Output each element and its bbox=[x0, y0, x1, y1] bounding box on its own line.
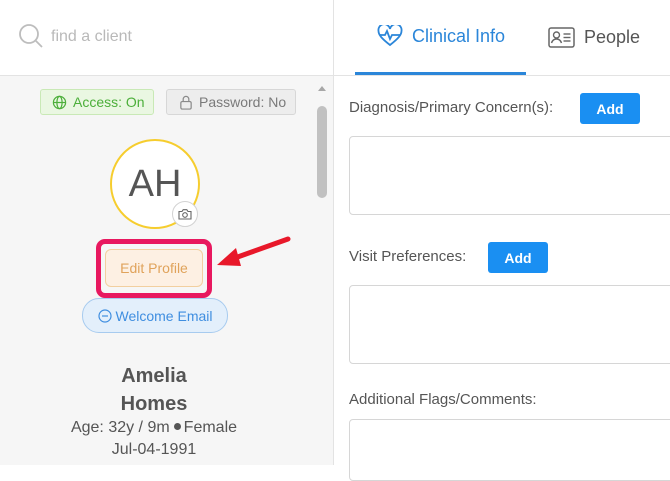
tab-people-label: People bbox=[584, 27, 641, 47]
globe-icon bbox=[52, 95, 67, 109]
search-input[interactable] bbox=[51, 26, 301, 48]
visit-preferences-label: Visit Preferences: bbox=[349, 248, 467, 265]
password-badge: Password: No bbox=[166, 89, 296, 115]
tab-people[interactable]: People bbox=[548, 0, 640, 75]
minus-circle-icon bbox=[97, 308, 112, 323]
age-gender-line: Age: 32y / 9m Female bbox=[0, 419, 308, 437]
diagnosis-label: Diagnosis/Primary Concern(s): bbox=[349, 99, 554, 116]
scrollbar-thumb[interactable] bbox=[317, 106, 327, 198]
client-sidebar: Access: On Password: No AH Edit Profile … bbox=[0, 0, 334, 465]
age-text: Age: 32y / 9m bbox=[70, 419, 170, 436]
access-badge-label: Access: On bbox=[73, 94, 145, 110]
flags-textarea[interactable] bbox=[349, 419, 670, 481]
flags-label: Additional Flags/Comments: bbox=[349, 391, 537, 408]
client-last-name: Homes bbox=[120, 393, 188, 415]
heartbeat-icon bbox=[377, 25, 403, 47]
diagnosis-textarea[interactable] bbox=[349, 136, 670, 215]
edit-profile-button[interactable]: Edit Profile bbox=[105, 249, 203, 287]
search-bar bbox=[0, 0, 333, 76]
contact-card-icon bbox=[548, 27, 575, 48]
welcome-email-button[interactable]: Welcome Email bbox=[82, 298, 228, 333]
scroll-up-arrow-icon[interactable] bbox=[317, 84, 327, 92]
visit-preferences-textarea[interactable] bbox=[349, 285, 670, 364]
add-diagnosis-button[interactable]: Add bbox=[580, 93, 640, 124]
add-visit-preferences-button[interactable]: Add bbox=[488, 242, 548, 273]
date-of-birth: Jul-04-1991 bbox=[111, 441, 197, 458]
red-arrow-icon bbox=[217, 236, 291, 266]
gender-text: Female bbox=[183, 419, 238, 436]
camera-icon[interactable] bbox=[172, 201, 198, 227]
welcome-email-label: Welcome Email bbox=[115, 307, 213, 324]
access-badge: Access: On bbox=[40, 89, 154, 115]
password-badge-label: Password: No bbox=[199, 94, 287, 110]
separator-dot bbox=[173, 423, 181, 431]
tab-clinical-info-label: Clinical Info bbox=[412, 25, 506, 46]
client-first-name: Amelia bbox=[121, 365, 187, 387]
tab-clinical-info[interactable]: Clinical Info bbox=[355, 0, 526, 75]
search-icon bbox=[19, 24, 43, 48]
tab-bar: Clinical Info People bbox=[334, 0, 670, 76]
lock-icon bbox=[180, 95, 192, 110]
